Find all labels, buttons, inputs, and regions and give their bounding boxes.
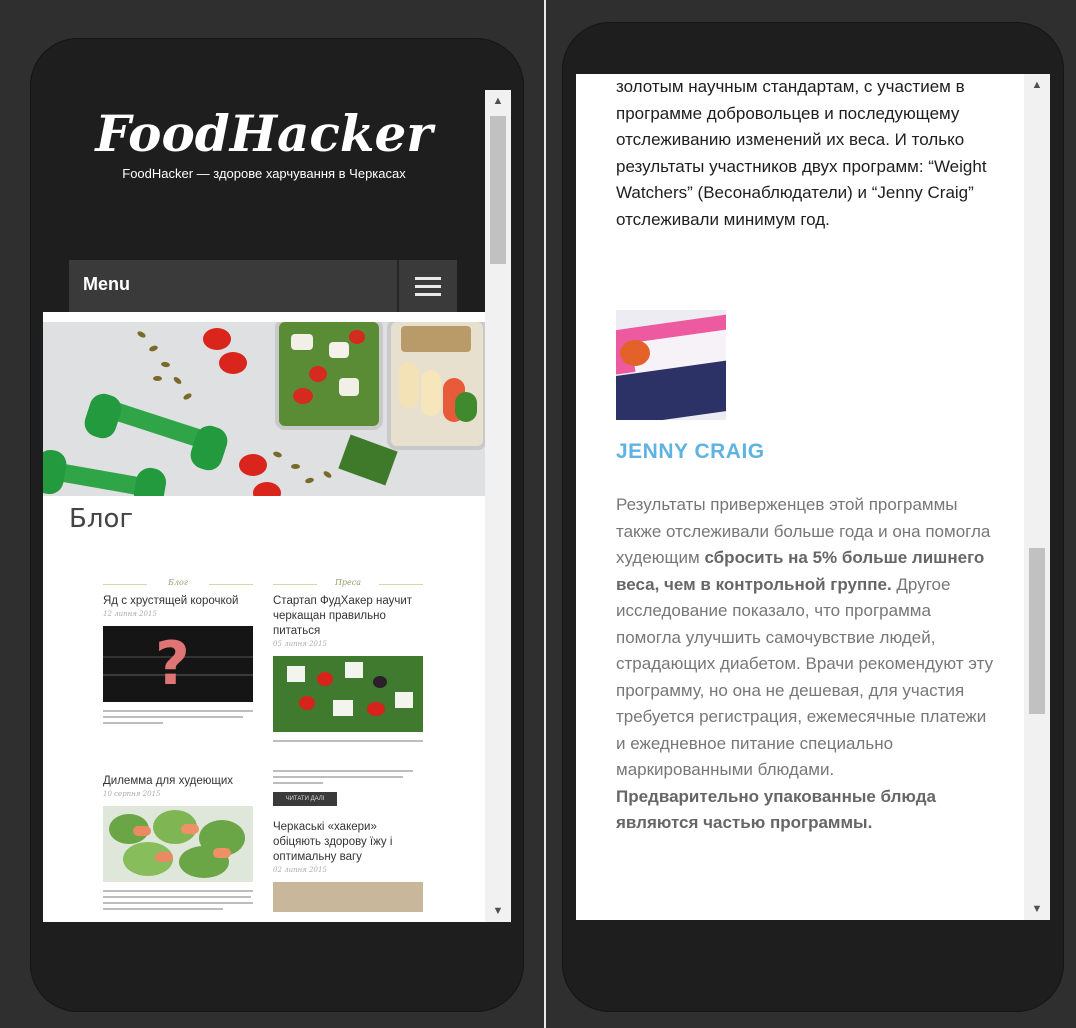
post-card[interactable]: Блог Яд с хрустящей корочкой 12 липня 20… — [103, 578, 253, 728]
scroll-down-icon[interactable]: ▼ — [1024, 898, 1050, 920]
site-logo[interactable]: FoodHacker — [43, 104, 485, 163]
post-card[interactable]: Дилемма для худеющих 10 серпня 2015 — [103, 770, 253, 914]
menu-label[interactable]: Menu — [83, 274, 130, 295]
post-excerpt — [103, 890, 253, 910]
post-date: 02 липня 2015 — [273, 866, 327, 874]
section-heading: JENNY CRAIG — [616, 440, 765, 463]
site-header: FoodHacker FoodHacker — здорове харчуван… — [43, 90, 485, 312]
menu-toggle-button[interactable] — [397, 260, 457, 312]
post-title[interactable]: Дилемма для худеющих — [103, 774, 253, 789]
post-thumbnail[interactable] — [273, 882, 423, 912]
post-excerpt — [103, 710, 253, 724]
post-category[interactable]: Преса — [273, 578, 423, 590]
post-thumbnail[interactable] — [103, 806, 253, 882]
jenny-craig-image[interactable] — [616, 310, 726, 420]
post-title[interactable]: Черкаські «хакери» обіцяють здорову їжу … — [273, 820, 423, 865]
post-date: 12 липня 2015 — [103, 610, 157, 618]
post-category[interactable]: Блог — [103, 578, 253, 590]
site-tagline: FoodHacker — здорове харчування в Черкас… — [122, 166, 406, 181]
post-excerpt — [273, 740, 423, 742]
post-thumbnail[interactable] — [273, 656, 423, 732]
post-thumbnail[interactable]: ? — [103, 626, 253, 702]
phone-screen-left[interactable]: FoodHacker FoodHacker — здорове харчуван… — [43, 90, 511, 922]
scroll-thumb[interactable] — [1029, 548, 1045, 714]
phone-screen-right[interactable]: золотым научным стандартам, с участием в… — [576, 74, 1050, 920]
scroll-up-icon[interactable]: ▲ — [1024, 74, 1050, 96]
menu-bar[interactable]: Menu — [69, 260, 457, 312]
post-title[interactable]: Яд с хрустящей корочкой — [103, 594, 253, 609]
post-title[interactable]: Стартап ФудХакер научит черкащан правиль… — [273, 594, 423, 639]
scroll-down-icon[interactable]: ▼ — [485, 900, 511, 922]
post-card[interactable]: ЧИТАТИ ДАЛІ Черкаські «хакери» обіцяють … — [273, 770, 423, 912]
phone-frame-left: FoodHacker FoodHacker — здорове харчуван… — [30, 38, 524, 1012]
read-more-button[interactable]: ЧИТАТИ ДАЛІ — [273, 792, 337, 806]
scrollbar-left[interactable]: ▲ ▼ — [485, 90, 511, 922]
article-paragraph-top: золотым научным стандартам, с участием в… — [616, 77, 987, 229]
hero-image — [43, 322, 485, 496]
screenshot-divider — [544, 0, 546, 1028]
post-date: 10 серпня 2015 — [103, 790, 161, 798]
scrollbar-right[interactable]: ▲ ▼ — [1024, 74, 1050, 920]
scroll-up-icon[interactable]: ▲ — [485, 90, 511, 112]
post-card[interactable]: Преса Стартап ФудХакер научит черкащан п… — [273, 578, 423, 746]
scroll-thumb[interactable] — [490, 116, 506, 264]
post-date: 05 липня 2015 — [273, 640, 327, 648]
phone-frame-right: золотым научным стандартам, с участием в… — [562, 22, 1064, 1012]
post-excerpt — [273, 770, 423, 784]
article-text: Другое исследование показало, что програ… — [616, 574, 994, 780]
article-bold-text: Предварительно упакованные блюда являютс… — [616, 786, 936, 833]
article-paragraph-bottom: Результаты приверженцев этой программы т… — [616, 492, 996, 837]
hamburger-icon — [415, 275, 441, 297]
page-title: Блог — [69, 504, 134, 534]
